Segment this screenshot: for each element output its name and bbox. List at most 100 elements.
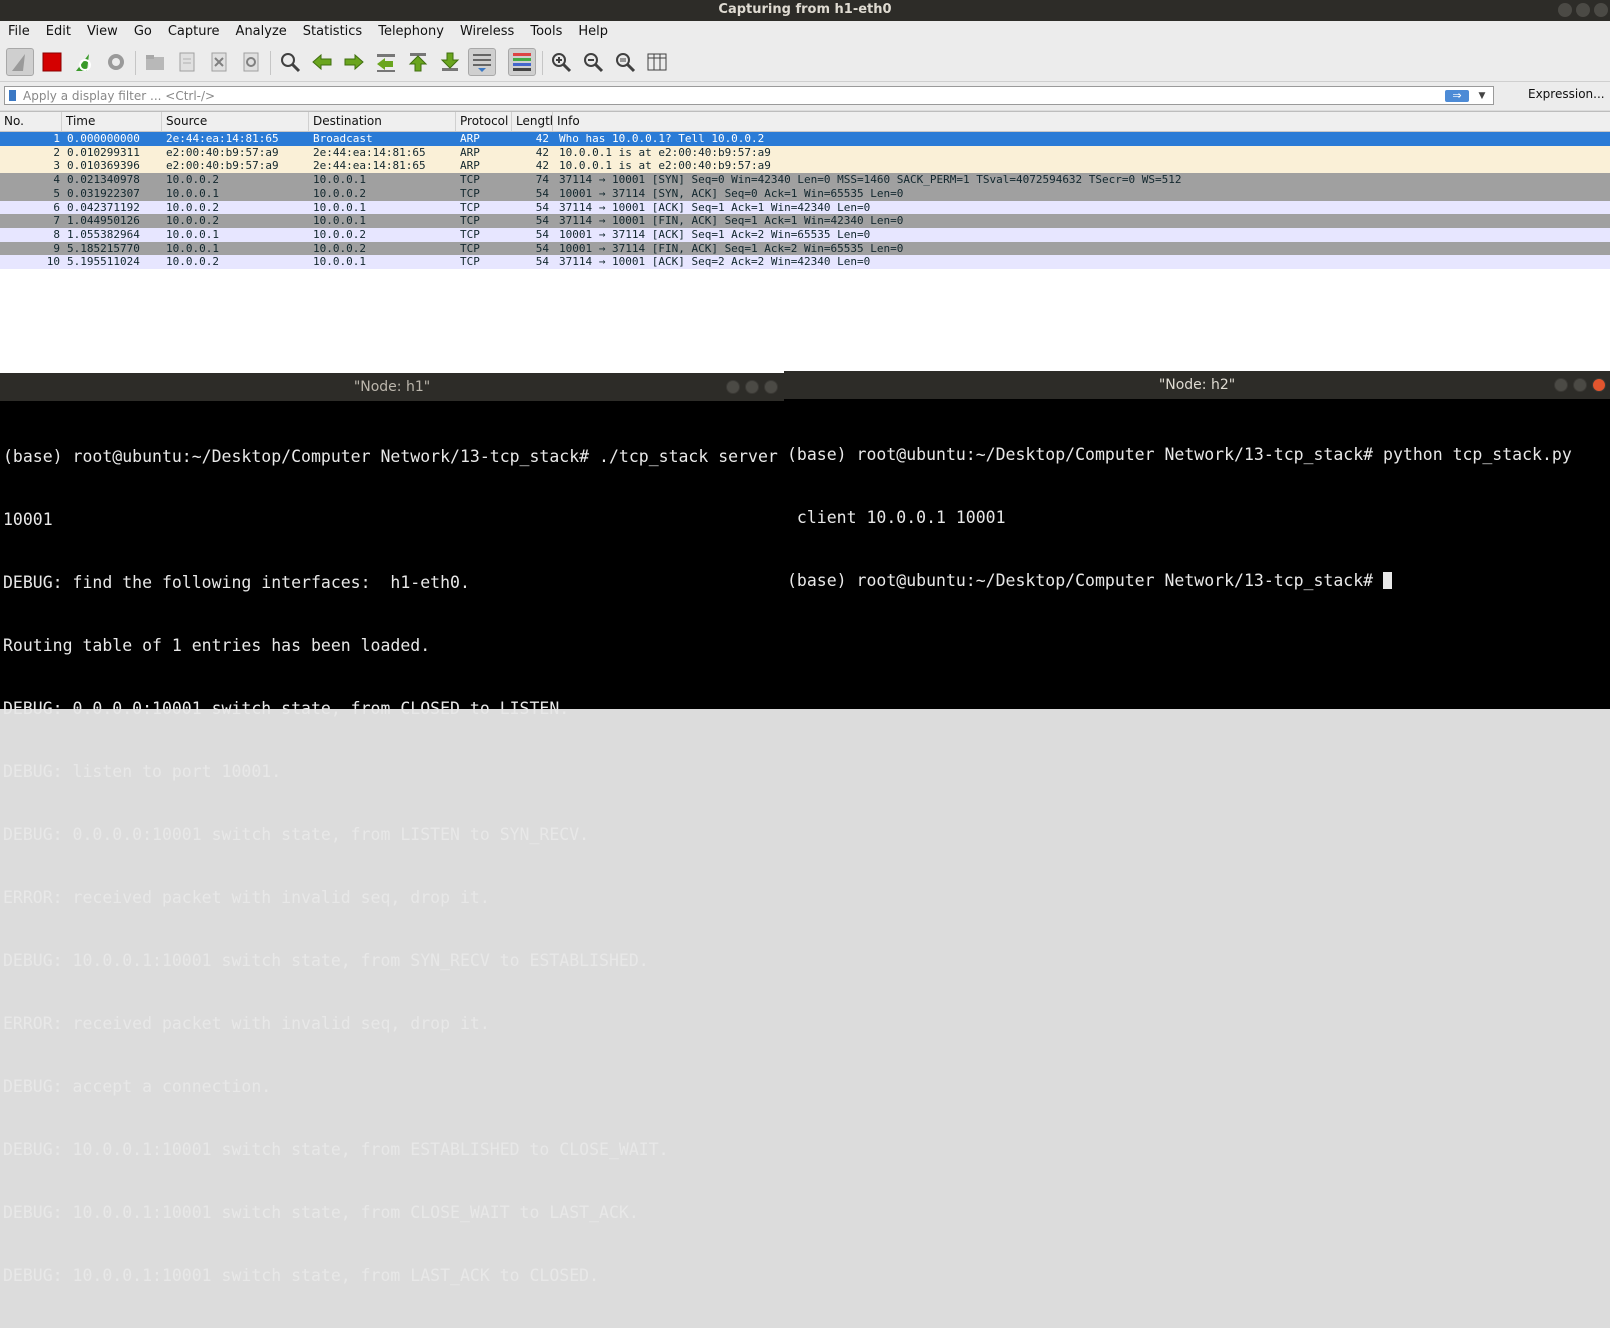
- stop-capture-button[interactable]: [38, 48, 66, 76]
- packet-row[interactable]: 10 5.195511024 10.0.0.2 10.0.0.1 TCP 54 37114 …: [0, 255, 1610, 270]
- maximize-button[interactable]: [1573, 378, 1587, 392]
- reload-file-button[interactable]: [237, 48, 265, 76]
- menu-file[interactable]: File: [0, 21, 38, 43]
- packet-cell-proto: TCP: [460, 214, 480, 228]
- packet-row[interactable]: 7 1.044950126 10.0.0.2 10.0.0.1 TCP 54 37114 →…: [0, 214, 1610, 229]
- packet-cell-src: 10.0.0.2: [166, 214, 219, 228]
- arrow-right-icon: [344, 53, 364, 71]
- packet-row[interactable]: 3 0.010369396 e2:00:40:b9:57:a9 2e:44:ea:14…: [0, 159, 1610, 174]
- packet-row[interactable]: 5 0.031922307 10.0.0.1 10.0.0.2 TCP 54 10001 →…: [0, 186, 1610, 201]
- packet-cell-time: 0.042371192: [67, 200, 140, 214]
- packet-cell-info: 10001 → 37114 [SYN, ACK] Seq=0 Ack=1 Win…: [559, 186, 904, 200]
- column-header-destination[interactable]: Destination: [309, 112, 456, 131]
- save-file-button[interactable]: [173, 48, 201, 76]
- terminal-h1-output: (base) root@ubuntu:~/Desktop/Computer Ne…: [3, 404, 778, 1328]
- menu-capture[interactable]: Capture: [160, 21, 228, 43]
- folder-icon: [146, 55, 164, 70]
- packet-cell-no: 5: [53, 186, 60, 200]
- menu-telephony[interactable]: Telephony: [370, 21, 452, 43]
- go-forward-button[interactable]: [340, 48, 368, 76]
- packet-cell-len: 74: [535, 173, 549, 187]
- packet-cell-no: 1: [53, 132, 60, 145]
- normal-size-button[interactable]: [611, 48, 639, 76]
- zoom-out-icon: [584, 53, 604, 73]
- packet-cell-info: 10.0.0.1 is at e2:00:40:b9:57:a9: [559, 145, 771, 159]
- maximize-button[interactable]: [745, 380, 759, 394]
- packet-cell-time: 1.044950126: [67, 214, 140, 228]
- packet-cell-src: 2e:44:ea:14:81:65: [166, 132, 279, 145]
- packet-cell-no: 6: [53, 200, 60, 214]
- zoom-in-button[interactable]: [547, 48, 575, 76]
- minimize-button[interactable]: [1554, 378, 1568, 392]
- packet-row[interactable]: 1 0.000000000 2e:44:ea:14:81:65 Broadcast AR…: [0, 132, 1610, 146]
- start-capture-button[interactable]: [6, 48, 34, 76]
- menu-view[interactable]: View: [79, 21, 126, 43]
- minimize-button[interactable]: [726, 380, 740, 394]
- packet-cell-proto: TCP: [460, 173, 480, 187]
- autoscroll-button[interactable]: [468, 48, 496, 76]
- terminal-h2[interactable]: (base) root@ubuntu:~/Desktop/Computer Ne…: [784, 399, 1610, 709]
- packet-row[interactable]: 2 0.010299311 e2:00:40:b9:57:a9 2e:44:ea:14…: [0, 145, 1610, 160]
- chevron-down-icon: ▼: [1478, 91, 1486, 101]
- last-packet-button[interactable]: [436, 48, 464, 76]
- expression-button[interactable]: Expression...: [1528, 87, 1605, 101]
- menu-analyze[interactable]: Analyze: [228, 21, 295, 43]
- resize-columns-button[interactable]: [643, 48, 671, 76]
- display-filter-bar: ⇒ ▼ Expression...: [0, 82, 1610, 110]
- column-header-source[interactable]: Source: [162, 112, 309, 131]
- first-packet-button[interactable]: [404, 48, 432, 76]
- filter-history-dropdown[interactable]: ▼: [1475, 89, 1489, 103]
- arrow-up-icon: [408, 53, 428, 72]
- column-header-protocol[interactable]: Protocol: [456, 112, 512, 131]
- menu-statistics[interactable]: Statistics: [295, 21, 370, 43]
- packet-row[interactable]: 4 0.021340978 10.0.0.2 10.0.0.1 TCP 74 37114 →…: [0, 173, 1610, 188]
- terminal-line: DEBUG: 0.0.0.0:10001 switch state, from …: [3, 825, 590, 844]
- packet-cell-info: 10.0.0.1 is at e2:00:40:b9:57:a9: [559, 159, 771, 173]
- minimize-button[interactable]: [1558, 3, 1572, 17]
- terminal-h1-titlebar: "Node: h1": [0, 373, 784, 401]
- terminal-h1[interactable]: (base) root@ubuntu:~/Desktop/Computer Ne…: [0, 401, 784, 1285]
- menu-edit[interactable]: Edit: [38, 21, 79, 43]
- toolbar-separator: [542, 51, 543, 75]
- packet-cell-proto: TCP: [460, 200, 480, 214]
- packet-cell-dst: 10.0.0.2: [313, 241, 366, 255]
- packet-row[interactable]: 6 0.042371192 10.0.0.2 10.0.0.1 TCP 54 37114 →…: [0, 200, 1610, 215]
- go-to-packet-button[interactable]: [372, 48, 400, 76]
- column-header-length[interactable]: Length: [512, 112, 553, 131]
- close-file-button[interactable]: [205, 48, 233, 76]
- go-back-button[interactable]: [308, 48, 336, 76]
- restart-capture-button[interactable]: [70, 48, 98, 76]
- bookmark-icon[interactable]: [9, 90, 16, 101]
- open-file-button[interactable]: [141, 48, 169, 76]
- packet-cell-time: 5.195511024: [67, 255, 140, 269]
- close-button[interactable]: [1592, 378, 1606, 392]
- packet-row[interactable]: 8 1.055382964 10.0.0.1 10.0.0.2 TCP 54 10001 →…: [0, 227, 1610, 242]
- toolbar-separator: [270, 51, 271, 75]
- menu-wireless[interactable]: Wireless: [452, 21, 522, 43]
- column-header-time[interactable]: Time: [62, 112, 162, 131]
- menu-go[interactable]: Go: [126, 21, 160, 43]
- close-button[interactable]: [764, 380, 778, 394]
- maximize-button[interactable]: [1576, 3, 1590, 17]
- menu-help[interactable]: Help: [570, 21, 616, 43]
- capture-options-button[interactable]: [102, 48, 130, 76]
- zoom-out-button[interactable]: [579, 48, 607, 76]
- packet-cell-info: 10001 → 37114 [ACK] Seq=1 Ack=2 Win=6553…: [559, 227, 871, 241]
- find-packet-button[interactable]: [276, 48, 304, 76]
- packet-cell-info: 37114 → 10001 [SYN] Seq=0 Win=42340 Len=…: [559, 173, 1182, 187]
- packet-cell-dst: 2e:44:ea:14:81:65: [313, 159, 426, 173]
- apply-filter-button[interactable]: ⇒: [1445, 90, 1469, 102]
- packet-list: No. Time Source Destination Protocol Len…: [0, 111, 1610, 381]
- close-button[interactable]: [1594, 3, 1608, 17]
- packet-cell-no: 10: [46, 255, 60, 269]
- column-header-no[interactable]: No.: [0, 112, 62, 131]
- gear-icon: [108, 54, 124, 70]
- packet-cell-dst: 10.0.0.1: [313, 255, 366, 269]
- menu-tools[interactable]: Tools: [522, 21, 570, 43]
- display-filter-input[interactable]: [23, 87, 1433, 104]
- colorize-button[interactable]: [508, 48, 536, 76]
- go-to-packet-icon: [377, 54, 395, 72]
- packet-cell-len: 54: [535, 241, 549, 255]
- column-header-info[interactable]: Info: [553, 112, 1610, 131]
- packet-row[interactable]: 9 5.185215770 10.0.0.1 10.0.0.2 TCP 54 10001 →…: [0, 241, 1610, 256]
